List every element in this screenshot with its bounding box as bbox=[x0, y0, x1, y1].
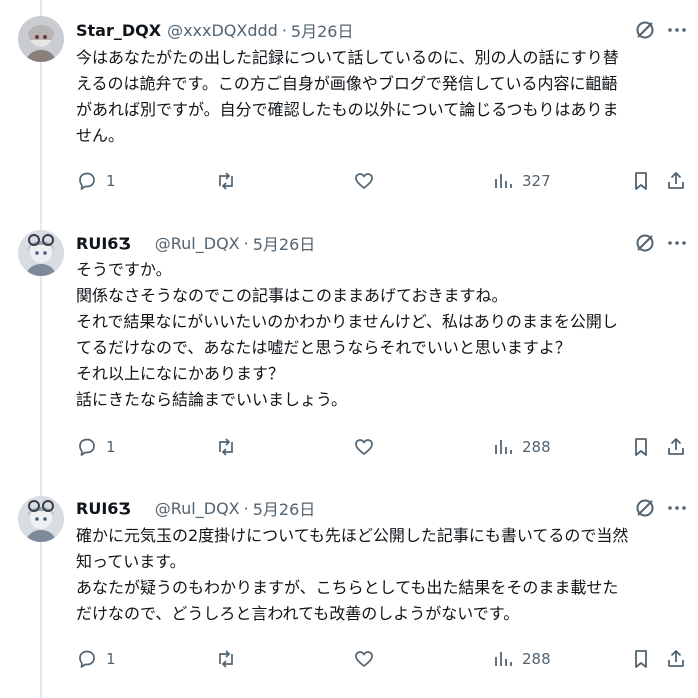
tweet-text-line: せん。 bbox=[76, 126, 125, 145]
tweet-date[interactable]: 5月26日 bbox=[291, 18, 354, 42]
action-bar: 1 288 bbox=[0, 436, 698, 464]
display-name[interactable]: Star_DQX bbox=[76, 21, 161, 40]
more-icon[interactable] bbox=[666, 497, 688, 519]
like-button[interactable] bbox=[353, 170, 375, 192]
bookmark-button[interactable] bbox=[630, 648, 652, 670]
like-icon bbox=[355, 173, 373, 189]
tweet-text: 確かに元気玉の2度掛けについても先ほど公開した記事にも書いてるので当然 知ってい… bbox=[76, 523, 692, 627]
separator-dot: · bbox=[243, 498, 249, 518]
avatar[interactable] bbox=[18, 496, 64, 542]
views-button[interactable]: 288 bbox=[492, 648, 551, 670]
view-count: 327 bbox=[522, 172, 551, 190]
tweet-text: そうですか。 関係なさそうなのでこの記事はこのままあげておきますね。 それで結果… bbox=[76, 257, 692, 413]
retweet-button[interactable] bbox=[215, 436, 237, 458]
tweet-header: RUI6Ʒ @Rul_DQX · 5月26日 bbox=[76, 231, 315, 255]
reply-count: 1 bbox=[106, 650, 116, 668]
tweet-text-line: そうですか。 bbox=[76, 260, 172, 279]
reply-button[interactable]: 1 bbox=[76, 436, 116, 458]
like-icon bbox=[355, 651, 373, 667]
avatar[interactable] bbox=[18, 16, 64, 62]
retweet-icon bbox=[219, 650, 233, 668]
user-handle[interactable]: @Rul_DQX bbox=[155, 234, 240, 253]
separator-dot: · bbox=[243, 233, 249, 253]
tweet-text-line: てるだけなので、あなたは嘘だと思うならそれでいいと思いますよ？ bbox=[76, 338, 571, 357]
tweet-text-line: 今はあなたがたの出した記録について話しているのに、別の人の話にすり替 bbox=[76, 48, 619, 67]
views-icon bbox=[495, 174, 512, 188]
reply-icon bbox=[79, 172, 95, 190]
display-name[interactable]: RUI6Ʒ bbox=[76, 234, 131, 253]
reply-button[interactable]: 1 bbox=[76, 170, 116, 192]
user-handle[interactable]: @Rul_DQX bbox=[155, 499, 240, 518]
tweet[interactable]: RUI6Ʒ @Rul_DQX · 5月26日 そうですか。 関係なさそうなのでこ… bbox=[0, 214, 698, 482]
tweet[interactable]: RUI6Ʒ @Rul_DQX · 5月26日 確かに元気玉の2度掛けについても先… bbox=[0, 482, 698, 698]
retweet-button[interactable] bbox=[215, 170, 237, 192]
grok-icon[interactable] bbox=[634, 19, 656, 41]
reply-count: 1 bbox=[106, 172, 116, 190]
like-icon bbox=[355, 439, 373, 455]
tweet-text: 今はあなたがたの出した記録について話しているのに、別の人の話にすり替 えるのは詭… bbox=[76, 45, 692, 149]
views-icon bbox=[495, 652, 512, 666]
retweet-icon bbox=[219, 172, 233, 190]
views-button[interactable]: 288 bbox=[492, 436, 551, 458]
display-name[interactable]: RUI6Ʒ bbox=[76, 499, 131, 518]
tweet-text-line: 知っています。 bbox=[76, 552, 186, 571]
views-button[interactable]: 327 bbox=[492, 170, 551, 192]
share-button[interactable] bbox=[665, 648, 687, 670]
share-icon bbox=[668, 438, 684, 455]
like-button[interactable] bbox=[353, 648, 375, 670]
reply-icon bbox=[79, 650, 95, 668]
tweet-date[interactable]: 5月26日 bbox=[253, 231, 316, 255]
tweet-text-line: あなたが疑うのもわかりますが、こちらとしても出た結果をそのまま載せた bbox=[76, 578, 619, 597]
tweet-text-line: だけなので、どうしろと言われても改善のしようがないです。 bbox=[76, 604, 520, 623]
retweet-icon bbox=[219, 438, 233, 456]
bookmark-icon bbox=[635, 172, 647, 190]
view-count: 288 bbox=[522, 650, 551, 668]
tweet-text-line: それで結果なにがいいたいのかわかりませんけど、私はありのままを公開し bbox=[76, 312, 618, 331]
bookmark-button[interactable] bbox=[630, 436, 652, 458]
reply-button[interactable]: 1 bbox=[76, 648, 116, 670]
share-icon bbox=[668, 172, 684, 189]
separator-dot: · bbox=[281, 20, 287, 40]
tweet[interactable]: Star_DQX @xxxDQXddd · 5月26日 今はあなたがたの出した記… bbox=[0, 0, 698, 214]
reply-icon bbox=[79, 438, 95, 456]
grok-icon[interactable] bbox=[634, 497, 656, 519]
more-icon[interactable] bbox=[666, 19, 688, 41]
reply-count: 1 bbox=[106, 438, 116, 456]
bookmark-icon bbox=[635, 650, 647, 668]
tweet-text-line: 確かに元気玉の2度掛けについても先ほど公開した記事にも書いてるので当然 bbox=[76, 526, 629, 545]
tweet-date[interactable]: 5月26日 bbox=[253, 496, 316, 520]
tweet-header: RUI6Ʒ @Rul_DQX · 5月26日 bbox=[76, 496, 315, 520]
tweet-text-line: があれば別ですが。自分で確認したもの以外について論じるつもりはありま bbox=[76, 100, 619, 119]
tweet-text-line: 話にきたなら結論までいいましょう。 bbox=[76, 390, 348, 409]
bookmark-button[interactable] bbox=[630, 170, 652, 192]
share-button[interactable] bbox=[665, 436, 687, 458]
more-icon[interactable] bbox=[666, 232, 688, 254]
retweet-button[interactable] bbox=[215, 648, 237, 670]
share-icon bbox=[668, 650, 684, 667]
user-handle[interactable]: @xxxDQXddd bbox=[167, 21, 278, 40]
tweet-text-line: えるのは詭弁です。この方ご自身が画像やブログで発信している内容に齟齬 bbox=[76, 74, 618, 93]
view-count: 288 bbox=[522, 438, 551, 456]
tweet-text-line: 関係なさそうなのでこの記事はこのままあげておきますね。 bbox=[76, 286, 508, 305]
avatar[interactable] bbox=[18, 230, 64, 276]
action-bar: 1 327 bbox=[0, 170, 698, 198]
views-icon bbox=[495, 440, 512, 454]
tweet-header: Star_DQX @xxxDQXddd · 5月26日 bbox=[76, 18, 353, 42]
like-button[interactable] bbox=[353, 436, 375, 458]
tweet-text-line: それ以上になにかあります？ bbox=[76, 364, 285, 383]
action-bar: 1 288 bbox=[0, 648, 698, 676]
bookmark-icon bbox=[635, 438, 647, 456]
grok-icon[interactable] bbox=[634, 232, 656, 254]
share-button[interactable] bbox=[665, 170, 687, 192]
